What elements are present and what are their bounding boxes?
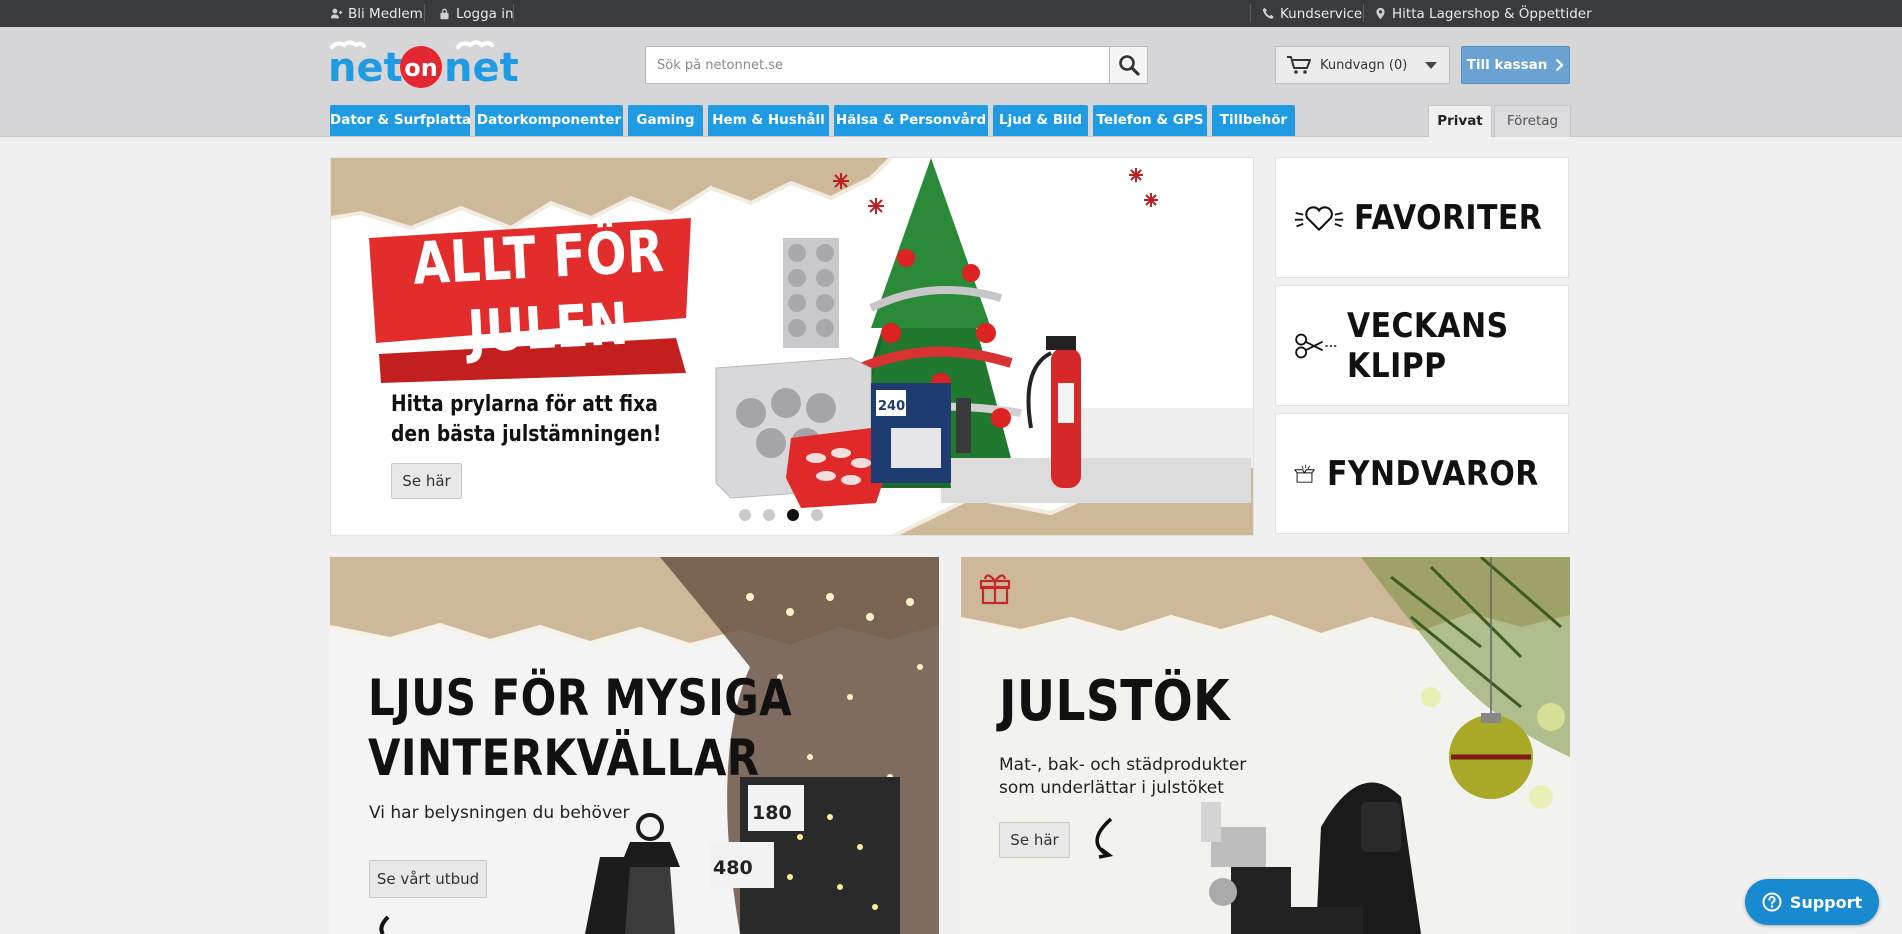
store-finder-label: Hitta Lagershop & Öppettider [1392,5,1592,22]
login-link[interactable]: Logga in [438,0,514,27]
badge-180: 180 [752,802,792,824]
support-label: Support [1789,892,1863,912]
divider [513,4,514,22]
lights-cta-button[interactable]: Se vårt utbud [369,860,487,898]
hero-headline-line1: ALLT FÖR [411,216,666,298]
lock-icon [440,8,449,20]
search-button[interactable] [1109,47,1147,83]
category-tab-home[interactable]: Hem & Hushåll [708,105,829,136]
scissors-icon [1295,333,1337,358]
tab-business[interactable]: Företag [1494,105,1571,137]
baking-promo-background [961,557,1570,934]
bargains-label: FYNDVAROR [1327,453,1540,494]
category-tab-computers[interactable]: Dator & Surfplatta [330,105,471,136]
carousel-dot[interactable] [811,509,823,521]
baking-cta-button[interactable]: Se här [999,822,1070,858]
customer-service-label: Kundservice [1280,5,1363,22]
favorites-tile[interactable]: FAVORITER [1275,157,1569,278]
weekly-deals-label: VECKANS KLIPP [1346,305,1509,386]
category-tab-health[interactable]: Hälsa & Personvård [834,105,988,136]
hero-subtitle-line1: Hitta prylarna för att fixa [391,392,658,417]
support-button[interactable]: Support [1745,879,1879,925]
baking-promo-card[interactable]: JULSTÖK Mat-, bak- och städprodukter som… [961,557,1570,934]
carousel-dot-active[interactable] [787,509,799,521]
category-tab-audio-video[interactable]: Ljud & Bild [993,105,1088,136]
cart-label: Kundvagn (0) [1320,57,1408,73]
lights-subtitle: Vi har belysningen du behöver [369,803,630,823]
add-user-icon [330,8,343,19]
lights-promo-card[interactable]: 180 480 LJUS FÖR MYSIGA VINTERKVÄLLAR Vi… [330,557,939,934]
divider [1363,4,1364,22]
favorites-label: FAVORITER [1354,197,1543,238]
join-label: Bli Medlem [348,5,423,22]
login-label: Logga in [456,5,514,22]
box-badge: 240 [878,399,905,414]
bargains-tile[interactable]: FYNDVAROR [1275,413,1569,534]
category-tab-accessories[interactable]: Tillbehör [1212,105,1295,136]
baking-subtitle-line1: Mat-, bak- och städprodukter [999,755,1247,775]
baking-subtitle-line2: som underlättar i julstöket [999,778,1224,798]
logo-graphic: net on net [328,40,519,91]
hero-carousel[interactable]: 240 ALLT FÖR JULEN Hitta prylarna för at… [330,157,1254,536]
carousel-dots [739,509,823,521]
checkout-button[interactable]: Till kassan [1461,46,1570,84]
tab-private[interactable]: Privat [1428,105,1492,137]
customer-service-link[interactable]: Kundservice [1262,0,1362,27]
box-icon [1294,464,1315,483]
category-tab-components[interactable]: Datorkomponenter [475,105,623,136]
hero-cta-button[interactable]: Se här [391,463,462,499]
chevron-right-icon [1556,58,1564,72]
netonnet-logo[interactable]: net on net [328,37,519,91]
heart-icon [1294,205,1344,231]
baking-title: JULSTÖK [999,669,1231,734]
cart-icon [1287,56,1311,74]
category-tab-phones[interactable]: Telefon & GPS [1093,105,1207,136]
logo-text-middle: on [404,54,438,82]
weekly-deals-tile[interactable]: VECKANS KLIPP [1275,285,1569,406]
carousel-dot[interactable] [763,509,775,521]
search-box [645,46,1148,84]
logo-text-left: net [328,45,403,89]
category-tab-gaming[interactable]: Gaming [628,105,703,136]
lights-title-line2: VINTERKVÄLLAR [368,729,760,787]
lights-title-line1: LJUS FÖR MYSIGA [368,669,793,727]
top-bar: Bli Medlem Logga in Kundservice Hitta La… [0,0,1902,27]
divider [424,4,425,22]
phone-icon [1262,7,1274,19]
search-icon [1118,55,1140,76]
logo-text-right: net [444,45,518,89]
checkout-label: Till kassan [1466,57,1548,73]
cart-dropdown[interactable]: Kundvagn (0) [1275,46,1450,84]
divider [1250,4,1251,22]
store-finder-link[interactable]: Hitta Lagershop & Öppettider [1374,0,1592,27]
search-input[interactable] [646,47,1106,83]
hero-subtitle-line2: den bästa julstämningen! [391,422,662,447]
carousel-dot[interactable] [739,509,751,521]
chevron-down-icon [1425,62,1437,69]
join-link[interactable]: Bli Medlem [330,0,423,27]
map-pin-icon [1376,7,1385,20]
help-icon [1762,892,1782,912]
hero-headline-line2: JULEN [466,289,631,366]
badge-480: 480 [713,857,753,879]
